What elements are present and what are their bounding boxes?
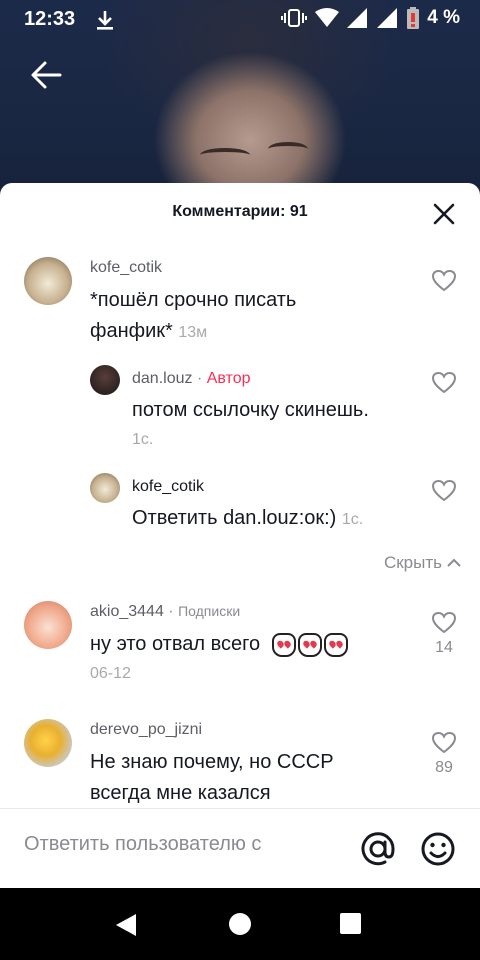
comment-text-line: Не знаю почему, но СССР (90, 751, 334, 773)
avatar[interactable] (90, 365, 120, 395)
download-icon (97, 11, 113, 30)
reply-prefix: Ответить (132, 507, 218, 529)
reply-body: :ок:) (298, 507, 337, 529)
heart-icon[interactable] (431, 269, 457, 293)
avatar[interactable] (90, 473, 120, 503)
separator: · (196, 370, 203, 387)
heart-icon[interactable] (431, 479, 457, 503)
reply-time: 1с. (341, 511, 364, 528)
comment-text-line: фанфик* (90, 320, 173, 342)
comment-date: 06-12 (90, 665, 131, 682)
nav-home-icon[interactable] (229, 913, 251, 935)
heart-eyes-emoji-icon (271, 632, 296, 657)
video-detail (200, 148, 250, 162)
emoji-group (271, 632, 348, 657)
comment-time: 13м (178, 324, 208, 341)
reply-username[interactable]: kofe_cotik (132, 478, 204, 496)
comment-username[interactable]: derevo_po_jizni (90, 721, 202, 739)
reply-username: dan.louz · Автор (132, 370, 251, 388)
separator: · (168, 603, 174, 620)
heart-icon[interactable] (431, 371, 457, 395)
back-arrow-icon[interactable] (30, 58, 64, 92)
comment-username: akio_3444 · Подписки (90, 603, 240, 621)
avatar[interactable] (24, 601, 72, 649)
follow-badge: Подписки (178, 603, 241, 619)
close-icon[interactable] (432, 202, 456, 226)
avatar[interactable] (24, 257, 72, 305)
username[interactable]: akio_3444 (90, 603, 164, 620)
chevron-up-icon (447, 558, 461, 567)
heart-eyes-emoji-icon (297, 632, 322, 657)
signal-icon (347, 8, 368, 28)
nav-back-icon[interactable] (114, 912, 138, 938)
username[interactable]: dan.louz (132, 370, 193, 387)
reply-input[interactable]: Ответить пользователю с (24, 833, 296, 856)
vibrate-icon (281, 9, 308, 27)
hide-label: Скрыть (383, 553, 442, 572)
author-badge: Автор (206, 370, 251, 387)
status-time: 12:33 (24, 8, 76, 30)
reply-time: 1с. (132, 431, 154, 448)
comments-sheet: Комментарии: 91 kofe_cotik *пошёл срочно… (0, 183, 480, 888)
video-detail (268, 142, 308, 156)
status-bar: 12:33 4 % (0, 0, 480, 36)
heart-icon[interactable] (431, 731, 457, 755)
avatar[interactable] (24, 719, 72, 767)
emoji-icon[interactable] (420, 831, 456, 867)
comment-text: Не знаю почему, но СССР всегда мне казал… (90, 747, 334, 809)
comment-text-line: всегда мне казался (90, 782, 271, 804)
hide-replies-button[interactable]: Скрыть (384, 553, 462, 573)
like-count: 89 (435, 759, 453, 776)
mention-link[interactable]: dan.louz (223, 507, 299, 529)
battery-icon (407, 7, 420, 29)
like-count: 14 (435, 639, 453, 656)
reply-text: Ответить dan.louz:ок:) 1с. (132, 503, 363, 535)
comments-title: Комментарии: 91 (172, 203, 308, 220)
comment-text: ну это отвал всего (90, 629, 348, 660)
reply-text: потом ссылочку скинешь. (132, 399, 369, 421)
reply-input-bar: Ответить пользователю с (0, 808, 480, 889)
comment-text: *пошёл срочно писать фанфик* 13м (90, 285, 296, 348)
comment-username[interactable]: kofe_cotik (90, 259, 162, 277)
system-nav-bar (0, 888, 480, 960)
battery-percent: 4 % (427, 7, 460, 28)
wifi-icon (315, 8, 340, 27)
heart-icon[interactable] (431, 611, 457, 635)
nav-recents-icon[interactable] (340, 913, 361, 934)
comment-text-line: ну это отвал всего (90, 633, 261, 655)
comment-text-line: *пошёл срочно писать (90, 289, 297, 311)
signal-icon (377, 8, 398, 28)
mention-at-icon[interactable] (360, 831, 396, 867)
heart-eyes-emoji-icon (323, 632, 348, 657)
